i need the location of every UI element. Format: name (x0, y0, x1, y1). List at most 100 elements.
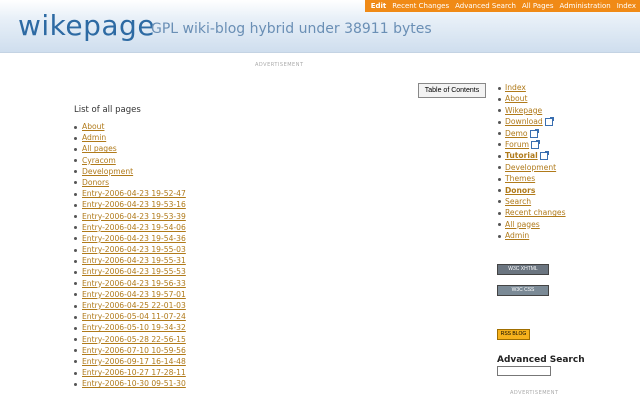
page-link[interactable]: Entry-2006-10-30 09-51-30 (82, 379, 186, 388)
advertisement-label-bottom: ADVERTISEMENT (510, 390, 559, 396)
bullet-icon (74, 181, 77, 185)
bullet-icon (498, 86, 501, 90)
page-link[interactable]: Entry-2006-05-04 11-07-24 (82, 312, 186, 321)
sidebar-link[interactable]: All pages (505, 220, 540, 229)
list-item: Entry-2006-04-23 19-53-39 (74, 211, 186, 222)
list-item: Entry-2006-04-23 19-54-36 (74, 233, 186, 244)
page-link[interactable]: Entry-2006-04-23 19-55-31 (82, 256, 186, 265)
sidebar-link[interactable]: Forum (505, 140, 529, 149)
page-link[interactable]: Entry-2006-04-23 19-56-33 (82, 279, 186, 288)
bullet-icon (74, 326, 77, 330)
topnav-administration-link[interactable]: Administration (559, 2, 610, 10)
sidebar-link[interactable]: Search (505, 197, 531, 206)
list-item: Entry-2006-09-17 16-14-48 (74, 356, 186, 367)
bullet-icon (498, 154, 501, 158)
list-item: Entry-2006-04-25 22-01-03 (74, 300, 186, 311)
bullet-icon (498, 120, 501, 124)
bullet-icon (74, 203, 77, 207)
advanced-search-label: Advanced Search (497, 355, 585, 365)
list-item: Entry-2006-04-23 19-57-01 (74, 289, 186, 300)
list-item: Entry-2006-10-27 17-28-11 (74, 367, 186, 378)
sidebar-link[interactable]: Admin (505, 231, 529, 240)
topnav-edit-link[interactable]: Edit (371, 2, 387, 10)
external-link-icon (539, 151, 549, 161)
w3c-css-badge[interactable]: W3C CSS (497, 285, 549, 296)
page-link[interactable]: Entry-2006-07-10 10-59-56 (82, 346, 186, 355)
site-title[interactable]: wikepage (18, 9, 155, 42)
sidebar-link[interactable]: Themes (505, 174, 535, 183)
list-item: Entry-2006-05-28 22-56-15 (74, 334, 186, 345)
page-link[interactable]: Donors (82, 178, 109, 187)
all-pages-list: About Admin All pages Cyracom Development Don… (74, 121, 186, 390)
sidebar-nav: Index About Wikepage Download Demo Forum Tutor… (498, 82, 566, 241)
top-nav-bar: Edit Recent Changes Advanced Search All … (364, 0, 640, 12)
bullet-icon (74, 371, 77, 375)
page-link[interactable]: Entry-2006-04-23 19-57-01 (82, 290, 186, 299)
list-item: Entry-2006-10-30 09-51-30 (74, 378, 186, 389)
page-link[interactable]: Entry-2006-04-23 19-53-39 (82, 212, 186, 221)
sidebar-link[interactable]: Donors (505, 186, 535, 195)
sidebar-link[interactable]: Recent changes (505, 208, 566, 217)
sidebar-item: Download (498, 116, 566, 127)
bullet-icon (498, 166, 501, 170)
bullet-icon (74, 147, 77, 151)
topnav-index-link[interactable]: Index (617, 2, 636, 10)
page-link[interactable]: Entry-2006-09-17 16-14-48 (82, 357, 186, 366)
bullet-icon (74, 293, 77, 297)
list-item: Entry-2006-04-23 19-54-06 (74, 222, 186, 233)
table-of-contents-button[interactable]: Table of Contents (418, 83, 486, 98)
sidebar-link[interactable]: Demo (505, 129, 528, 138)
sidebar-item: Development (498, 162, 566, 173)
bullet-icon (74, 304, 77, 308)
bullet-icon (498, 109, 501, 113)
page-link[interactable]: Entry-2006-04-23 19-55-03 (82, 245, 186, 254)
page-link[interactable]: All pages (82, 144, 117, 153)
sidebar-item: Demo (498, 128, 566, 139)
sidebar-link[interactable]: Index (505, 83, 526, 92)
header-banner: Edit Recent Changes Advanced Search All … (0, 0, 640, 53)
list-item: About (74, 121, 186, 132)
bullet-icon (498, 211, 501, 215)
topnav-all-pages-link[interactable]: All Pages (522, 2, 554, 10)
page-link[interactable]: Entry-2006-04-23 19-52-47 (82, 189, 186, 198)
page-heading: List of all pages (74, 105, 141, 115)
topnav-recent-changes-link[interactable]: Recent Changes (392, 2, 449, 10)
w3c-xhtml-badge[interactable]: W3C XHTML (497, 264, 549, 275)
sidebar-link[interactable]: About (505, 94, 527, 103)
topnav-advanced-search-link[interactable]: Advanced Search (455, 2, 516, 10)
page-link[interactable]: Entry-2006-05-28 22-56-15 (82, 335, 186, 344)
advanced-search-input[interactable] (497, 366, 551, 376)
list-item: Admin (74, 132, 186, 143)
sidebar-item: Tutorial (498, 150, 566, 161)
sidebar-link[interactable]: Development (505, 163, 556, 172)
sidebar-item: Wikepage (498, 105, 566, 116)
page-link[interactable]: Entry-2006-04-23 19-53-16 (82, 200, 186, 209)
page-link[interactable]: Development (82, 167, 133, 176)
external-link-icon (531, 139, 541, 149)
page-link[interactable]: Entry-2006-04-23 19-55-53 (82, 267, 186, 276)
bullet-icon (74, 360, 77, 364)
page-link[interactable]: Cyracom (82, 156, 116, 165)
bullet-icon (74, 170, 77, 174)
list-item: Entry-2006-07-10 10-59-56 (74, 345, 186, 356)
bullet-icon (498, 223, 501, 227)
sidebar-link[interactable]: Wikepage (505, 106, 542, 115)
bullet-icon (74, 349, 77, 353)
list-item: Entry-2006-04-23 19-53-16 (74, 199, 186, 210)
bullet-icon (74, 215, 77, 218)
sidebar-link[interactable]: Download (505, 117, 543, 126)
page-link[interactable]: Entry-2006-04-23 19-54-36 (82, 234, 186, 243)
page-link[interactable]: Entry-2006-04-25 22-01-03 (82, 301, 186, 310)
rss-blog-badge[interactable]: RSS BLOG (497, 329, 530, 340)
page-link[interactable]: Entry-2006-05-10 19-34-32 (82, 323, 186, 332)
page-link[interactable]: Entry-2006-04-23 19-54-06 (82, 223, 186, 232)
page-link[interactable]: Entry-2006-10-27 17-28-11 (82, 368, 186, 377)
page-link[interactable]: Admin (82, 133, 106, 142)
sidebar-link[interactable]: Tutorial (505, 151, 538, 160)
external-link-icon (544, 117, 554, 127)
list-item: Entry-2006-04-23 19-56-33 (74, 278, 186, 289)
bullet-icon (498, 189, 501, 193)
sidebar-item: Recent changes (498, 207, 566, 218)
page-link[interactable]: About (82, 122, 104, 131)
list-item: Development (74, 166, 186, 177)
